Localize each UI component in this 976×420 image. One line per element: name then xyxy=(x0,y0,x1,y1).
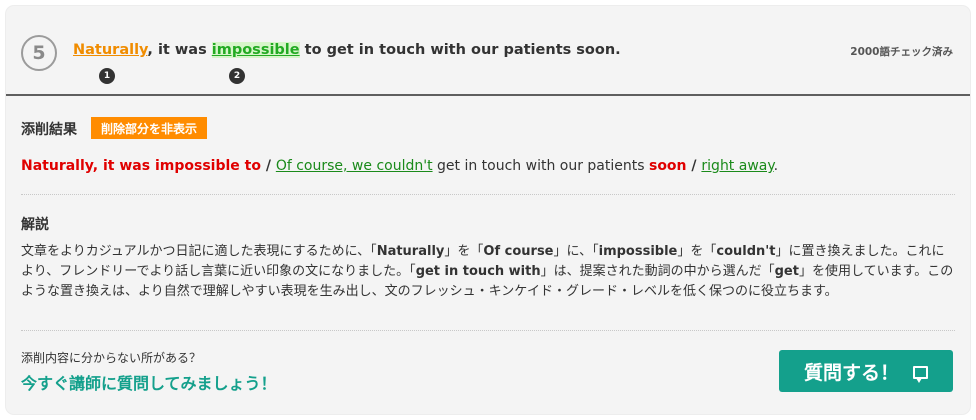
correction-card: 5 Naturally, it was impossible to get in… xyxy=(6,6,970,414)
deleted-text-1: Naturally, it was impossible to xyxy=(21,158,261,174)
word-check-status: 2000語チェック済み xyxy=(850,46,953,58)
divider xyxy=(21,194,955,195)
sentence-header: 5 Naturally, it was impossible to get in… xyxy=(6,6,970,96)
explanation-text: 文章をよりカジュアルかつ日記に適した表現にするために、「Naturally」を「… xyxy=(21,244,954,299)
deleted-text-2: soon xyxy=(648,158,687,174)
separator-2: / xyxy=(686,158,702,174)
sentence-part-2: to get in touch with our patients soon. xyxy=(299,42,621,58)
ask-button-label: 質問する！ xyxy=(803,361,899,384)
inserted-text-2: right away xyxy=(701,158,774,174)
item-number: 5 xyxy=(21,35,57,71)
ask-question-button[interactable]: 質問する！ xyxy=(779,350,953,392)
separator-1: / xyxy=(260,158,276,174)
sentence-part-1: , it was xyxy=(147,42,212,58)
highlight-naturally[interactable]: Naturally xyxy=(73,42,147,58)
ask-teacher-cta: 今すぐ講師に質問してみましょう！ xyxy=(21,374,277,393)
inserted-text-1: Of course, we couldn't xyxy=(275,158,433,174)
corrected-sentence: Naturally, it was impossible to / Of cou… xyxy=(21,158,778,174)
sentence-end: . xyxy=(773,158,779,174)
marker-1: 1 xyxy=(99,68,115,84)
marker-2: 2 xyxy=(229,68,245,84)
chat-bubble-icon xyxy=(913,366,928,383)
highlight-impossible[interactable]: impossible xyxy=(211,42,300,58)
result-title: 添削結果 xyxy=(21,122,77,138)
original-sentence: Naturally, it was impossible to get in t… xyxy=(73,42,621,58)
unchanged-text: get in touch with our patients xyxy=(432,158,649,174)
explanation-title: 解説 xyxy=(21,217,49,233)
divider xyxy=(21,330,955,331)
question-prompt: 添削内容に分からない所がある？ xyxy=(21,351,202,365)
hide-deletions-button[interactable]: 削除部分を非表示 xyxy=(91,117,208,139)
